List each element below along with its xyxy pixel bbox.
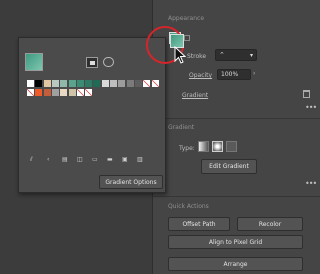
fill-dropdown-icon[interactable] (184, 35, 190, 41)
offset-path-button[interactable]: Offset Path (168, 217, 230, 231)
color-swatch[interactable] (110, 80, 117, 87)
cursor-arrow-icon (174, 46, 186, 64)
color-swatch[interactable] (101, 80, 109, 87)
recolor-button[interactable]: Recolor (237, 217, 303, 231)
edit-gradient-button[interactable]: Edit Gradient (201, 159, 257, 174)
color-swatch[interactable] (68, 89, 76, 96)
color-swatch[interactable] (27, 89, 34, 96)
color-swatch[interactable] (93, 80, 101, 87)
quick-actions-title: Quick Actions (168, 203, 209, 210)
type-label: Type: (179, 145, 195, 152)
color-swatch[interactable] (51, 89, 59, 96)
radial-gradient-icon[interactable] (212, 141, 223, 152)
swatch-libraries-icon[interactable] (103, 57, 114, 67)
stroke-label: Stroke (187, 53, 207, 60)
divider (153, 118, 320, 119)
color-group-icon[interactable]: ◫ (77, 157, 83, 163)
color-swatch[interactable] (134, 80, 142, 87)
color-swatch[interactable] (85, 89, 93, 96)
color-swatch[interactable] (43, 89, 51, 96)
new-swatch-icon[interactable] (86, 57, 98, 68)
new-swatch-bar-icon[interactable]: ▣ (122, 157, 128, 163)
freeform-gradient-icon[interactable] (226, 141, 237, 152)
color-swatch[interactable] (68, 80, 76, 87)
opacity-label[interactable]: Opacity (189, 72, 212, 79)
swatches-popup: ⫽ ‹ ▤ ◫ ▭ ▬ ▣ ▥ Gradient Options (18, 37, 166, 193)
color-swatch[interactable] (76, 80, 84, 87)
swatch-grid (27, 80, 161, 100)
trash-icon[interactable] (303, 90, 310, 98)
opacity-field[interactable]: 100% (217, 69, 251, 80)
stroke-weight-field[interactable]: ⌃ ▾ (215, 49, 257, 61)
linear-gradient-icon[interactable] (198, 141, 209, 152)
align-to-pixel-grid-button[interactable]: Align to Pixel Grid (168, 235, 303, 249)
swatch-kinds-icon[interactable]: ‹ (47, 157, 49, 163)
color-swatch[interactable] (143, 80, 151, 87)
more-options-icon[interactable]: ••• (305, 180, 317, 188)
color-swatch[interactable] (126, 80, 134, 87)
more-options-icon[interactable]: ••• (305, 104, 317, 112)
color-swatch[interactable] (60, 89, 68, 96)
arrange-button[interactable]: Arrange (168, 257, 303, 271)
color-swatch[interactable] (76, 89, 84, 96)
folder-icon[interactable]: ▬ (107, 157, 113, 163)
color-swatch[interactable] (151, 80, 159, 87)
active-fill-preview (25, 53, 43, 71)
color-swatch[interactable] (51, 80, 59, 87)
color-swatch[interactable] (35, 89, 43, 96)
gradient-section-title: Gradient (168, 124, 195, 131)
new-color-group-icon[interactable]: ▭ (92, 157, 98, 163)
color-swatch[interactable] (85, 80, 93, 87)
color-swatch[interactable] (60, 80, 68, 87)
gradient-row-label[interactable]: Gradient (182, 92, 208, 99)
divider (153, 196, 320, 197)
color-swatch[interactable] (35, 80, 43, 87)
color-swatch[interactable] (118, 80, 126, 87)
swatch-libraries-menu-icon[interactable]: ⫽ (30, 157, 33, 163)
gradient-options-button[interactable]: Gradient Options (99, 175, 163, 189)
appearance-section-title: Appearance (168, 15, 205, 22)
color-swatch[interactable] (43, 80, 51, 87)
color-swatch[interactable] (27, 80, 34, 87)
opacity-arrow-icon[interactable]: › (253, 70, 255, 77)
swatch-options-icon[interactable]: ▤ (62, 157, 68, 163)
delete-swatch-icon[interactable]: ▥ (137, 157, 143, 163)
